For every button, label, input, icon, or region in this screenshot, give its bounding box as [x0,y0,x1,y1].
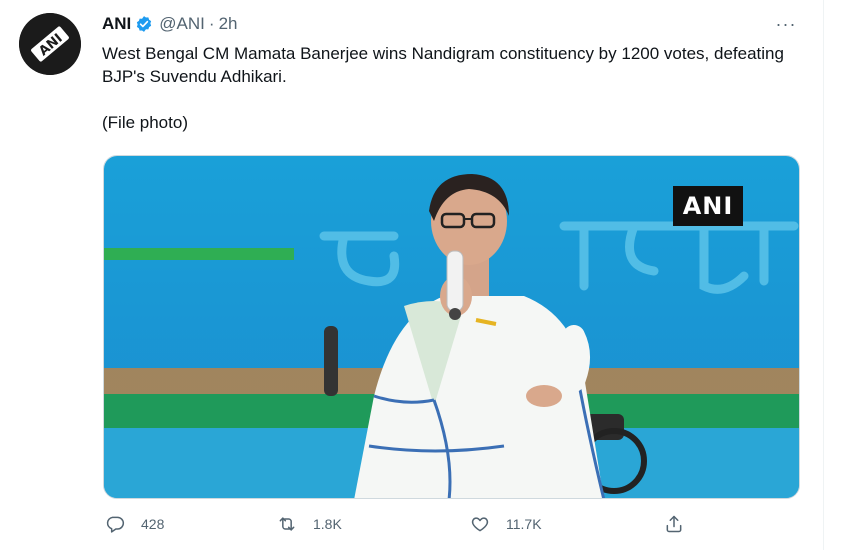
verified-badge-icon [135,15,153,33]
tweet-media-photo[interactable]: ANI [103,155,800,499]
share-button[interactable] [664,510,684,538]
more-icon[interactable]: ··· [772,14,800,34]
tweet-timestamp[interactable]: 2h [219,14,238,34]
reply-icon [106,516,125,533]
header-separator: · [208,14,215,33]
tweet-header: ANI @ANI · 2h [102,13,237,35]
ani-logo: ANI [19,13,81,75]
heart-icon [471,517,489,532]
author-handle[interactable]: @ANI [159,14,205,34]
share-icon [666,515,682,533]
timeline-border [823,0,824,550]
tweet-text-caption: (File photo) [102,113,188,132]
retweet-button[interactable]: 1.8K [277,510,342,538]
like-button[interactable]: 11.7K [470,510,542,538]
tweet-action-bar: 428 1.8K 11.7K [100,510,800,538]
avatar[interactable]: ANI [19,13,81,75]
media-watermark: ANI [673,186,743,226]
reply-count: 428 [141,516,165,532]
reply-button[interactable]: 428 [105,510,164,538]
tweet-text-line: West Bengal CM Mamata Banerjee wins Nand… [102,44,784,86]
retweet-icon [279,517,295,531]
retweet-count: 1.8K [313,516,342,532]
like-count: 11.7K [506,516,542,532]
author-name[interactable]: ANI [102,14,131,34]
tweet-text: West Bengal CM Mamata Banerjee wins Nand… [102,42,802,134]
